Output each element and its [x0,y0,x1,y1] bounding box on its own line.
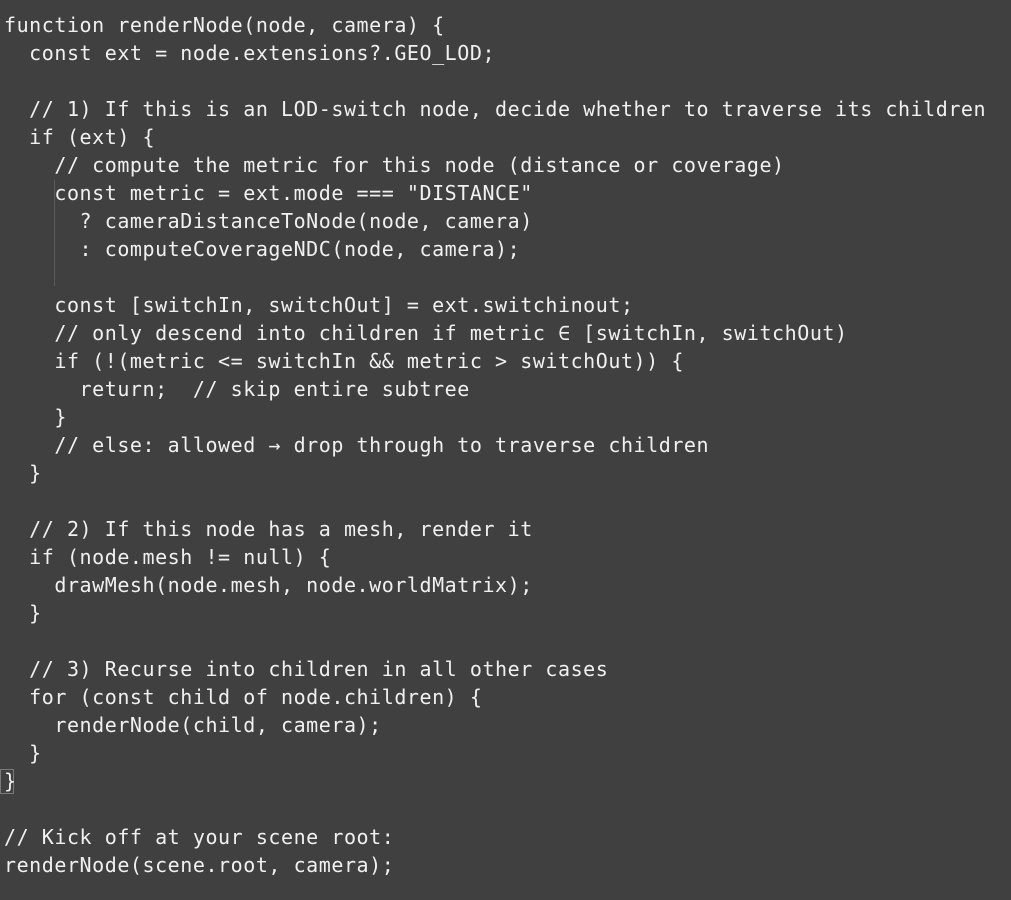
code-line[interactable]: } [0,403,1011,431]
code-line[interactable]: } [0,599,1011,627]
code-editor[interactable]: function renderNode(node, camera) { cons… [0,0,1011,900]
code-line[interactable]: : computeCoverageNDC(node, camera); [0,235,1011,263]
code-line[interactable]: // 2) If this node has a mesh, render it [0,515,1011,543]
code-line[interactable] [0,487,1011,515]
code-line[interactable]: // only descend into children if metric … [0,319,1011,347]
code-line[interactable]: return; // skip entire subtree [0,375,1011,403]
code-line[interactable]: for (const child of node.children) { [0,683,1011,711]
code-line[interactable]: // compute the metric for this node (dis… [0,151,1011,179]
code-line[interactable]: ? cameraDistanceToNode(node, camera) [0,207,1011,235]
code-line[interactable]: // 1) If this is an LOD-switch node, dec… [0,95,1011,123]
code-line[interactable]: function renderNode(node, camera) { [0,11,1011,39]
code-line[interactable]: drawMesh(node.mesh, node.worldMatrix); [0,571,1011,599]
code-line[interactable]: } [0,739,1011,767]
code-line[interactable]: const metric = ext.mode === "DISTANCE" [0,179,1011,207]
code-line[interactable]: const [switchIn, switchOut] = ext.switch… [0,291,1011,319]
code-line[interactable]: if (node.mesh != null) { [0,543,1011,571]
code-line[interactable]: // Kick off at your scene root: [0,823,1011,851]
code-line[interactable]: if (ext) { [0,123,1011,151]
code-line[interactable]: } [0,459,1011,487]
code-line[interactable]: renderNode(child, camera); [0,711,1011,739]
code-line[interactable]: // else: allowed → drop through to trave… [0,431,1011,459]
code-line[interactable] [0,67,1011,95]
code-line[interactable] [0,795,1011,823]
code-line[interactable]: } [0,767,1011,795]
code-line[interactable]: renderNode(scene.root, camera); [0,851,1011,879]
code-line[interactable] [0,627,1011,655]
code-line[interactable]: const ext = node.extensions?.GEO_LOD; [0,39,1011,67]
code-line[interactable]: // 3) Recurse into children in all other… [0,655,1011,683]
code-line[interactable]: if (!(metric <= switchIn && metric > swi… [0,347,1011,375]
code-line[interactable] [0,263,1011,291]
